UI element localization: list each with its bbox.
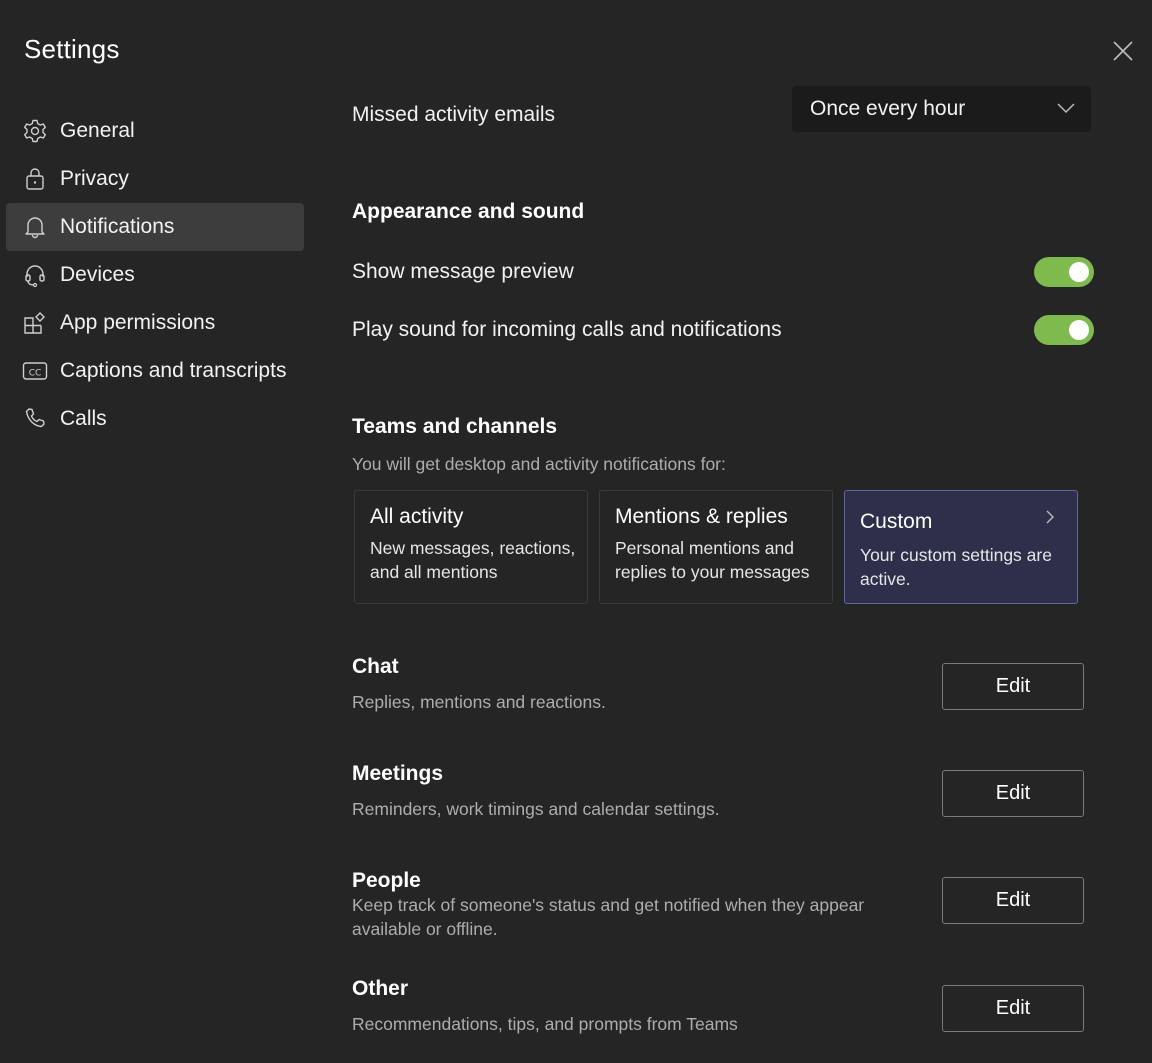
chat-heading: Chat: [352, 655, 399, 678]
close-icon[interactable]: [1112, 40, 1134, 62]
meetings-edit-button[interactable]: Edit: [942, 770, 1084, 817]
sidebar-item-notifications[interactable]: Notifications: [6, 203, 304, 251]
option-all-activity[interactable]: All activity New messages, reactions, an…: [354, 490, 588, 604]
sidebar-item-devices[interactable]: Devices: [6, 251, 304, 299]
option-desc: Personal mentions and replies to your me…: [615, 538, 810, 582]
people-heading: People: [352, 869, 421, 892]
sidebar-item-label: General: [60, 119, 135, 142]
sidebar-item-label: Calls: [60, 407, 107, 430]
teams-channels-subtitle: You will get desktop and activity notifi…: [352, 454, 726, 474]
chevron-right-icon: [1046, 510, 1054, 524]
option-title: All activity: [370, 505, 464, 528]
toggle-knob: [1069, 262, 1089, 282]
phone-icon: [25, 408, 45, 428]
people-desc: Keep track of someone's status and get n…: [352, 895, 865, 939]
apps-icon: [24, 312, 45, 334]
meetings-desc: Reminders, work timings and calendar set…: [352, 799, 720, 819]
option-desc: New messages, reactions, and all mention…: [370, 538, 576, 582]
sidebar-item-label: Notifications: [60, 215, 175, 238]
other-heading: Other: [352, 977, 409, 1000]
page-title: Settings: [24, 34, 120, 64]
gear-icon: [24, 119, 46, 143]
sidebar-item-label: Captions and transcripts: [60, 359, 287, 382]
option-mentions-replies[interactable]: Mentions & replies Personal mentions and…: [599, 490, 833, 604]
missed-activity-label: Missed activity emails: [352, 103, 556, 126]
people-edit-button[interactable]: Edit: [942, 877, 1084, 924]
option-title: Custom: [860, 510, 933, 533]
dropdown-value: Once every hour: [810, 97, 966, 120]
svg-text:CC: CC: [29, 369, 42, 379]
other-desc: Recommendations, tips, and prompts from …: [352, 1014, 738, 1034]
toggle-knob: [1069, 320, 1089, 340]
lock-icon: [26, 168, 44, 190]
chat-edit-button[interactable]: Edit: [942, 663, 1084, 710]
settings-sidebar: General Privacy Notifications Devices Ap…: [6, 107, 304, 443]
play-sound-label: Play sound for incoming calls and notifi…: [352, 318, 782, 341]
sidebar-item-calls[interactable]: Calls: [6, 395, 304, 443]
sidebar-item-label: Privacy: [60, 167, 129, 190]
appearance-heading: Appearance and sound: [352, 200, 585, 223]
bell-icon: [25, 217, 45, 239]
sidebar-item-label: App permissions: [60, 311, 216, 334]
option-custom[interactable]: Custom Your custom settings are active.: [844, 490, 1078, 604]
sidebar-item-app-permissions[interactable]: App permissions: [6, 299, 304, 347]
play-sound-toggle[interactable]: [1034, 315, 1094, 345]
option-desc: Your custom settings are active.: [860, 545, 1052, 589]
headset-icon: [25, 265, 45, 288]
sidebar-item-general[interactable]: General: [6, 107, 304, 155]
missed-activity-dropdown[interactable]: Once every hour: [792, 86, 1091, 132]
show-preview-label: Show message preview: [352, 260, 574, 283]
chevron-down-icon: [1057, 103, 1075, 114]
show-preview-toggle[interactable]: [1034, 257, 1094, 287]
closed-captions-icon: CC: [22, 362, 48, 380]
sidebar-item-captions[interactable]: CC Captions and transcripts: [6, 347, 304, 395]
sidebar-item-privacy[interactable]: Privacy: [6, 155, 304, 203]
sidebar-item-label: Devices: [60, 263, 135, 286]
option-title: Mentions & replies: [615, 505, 788, 528]
teams-channels-heading: Teams and channels: [352, 415, 558, 438]
meetings-heading: Meetings: [352, 762, 444, 785]
chat-desc: Replies, mentions and reactions.: [352, 692, 606, 712]
other-edit-button[interactable]: Edit: [942, 985, 1084, 1032]
